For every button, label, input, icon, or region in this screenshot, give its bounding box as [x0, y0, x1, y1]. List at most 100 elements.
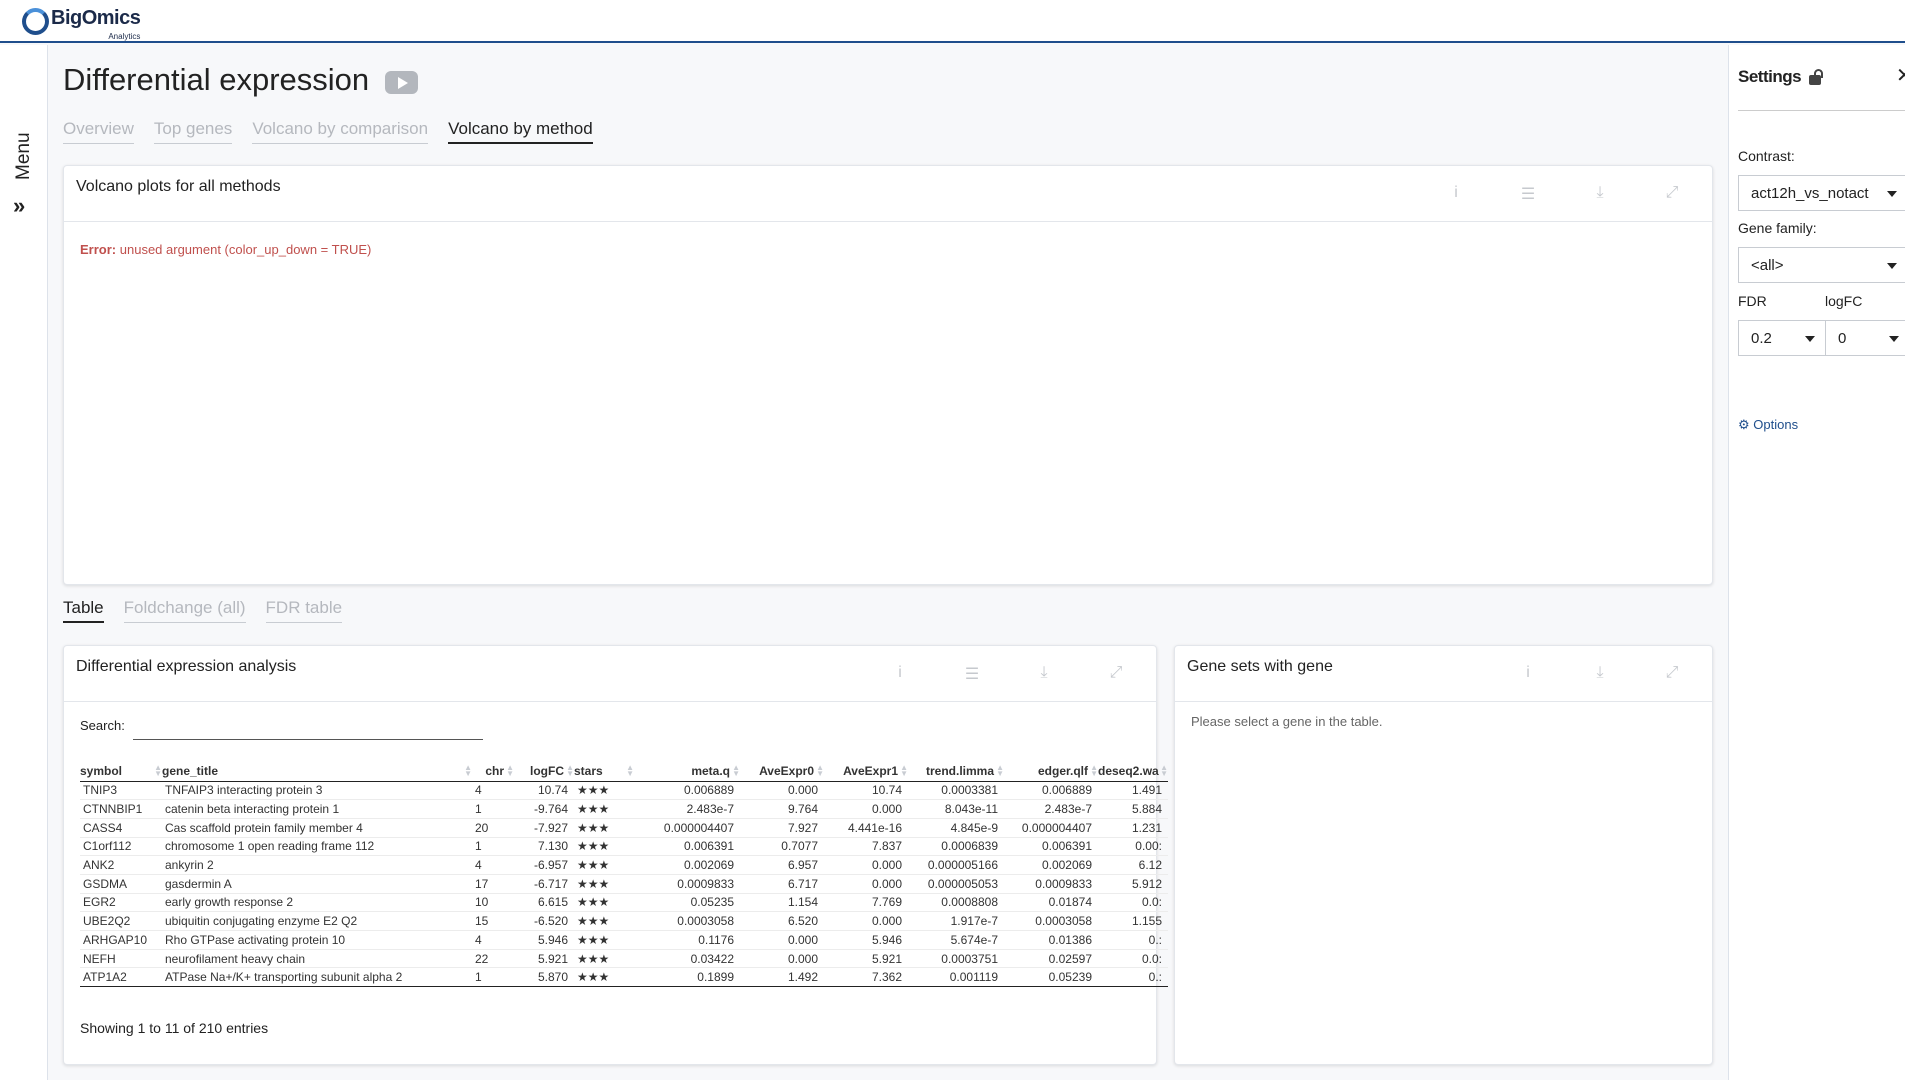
menu-label[interactable]: Menu	[13, 132, 35, 180]
column-header-edger-qlf[interactable]: edger.qlf ▲ ▼	[1004, 761, 1098, 782]
table-row[interactable]: ATP1A2 ATPase Na+/K+ transporting subunit…	[80, 967, 1168, 988]
sort-icon[interactable]: ▲ ▼	[626, 764, 634, 778]
tab-volcano-by-comparison[interactable]: Volcano by comparison	[252, 119, 429, 144]
table-cell: 0.7077	[740, 837, 824, 857]
column-header-logfc[interactable]: logFC ▲ ▼	[514, 761, 574, 782]
video-tutorial-icon[interactable]	[385, 71, 418, 94]
table-cell: 0.1899	[634, 967, 740, 988]
table-row[interactable]: EGR2 early growth response 2 10 6.615 ★★★ 0.0…	[80, 893, 1168, 913]
table-row[interactable]: NEFH neurofilament heavy chain 22 5.921 ★★★ 0…	[80, 949, 1168, 969]
card-header: Gene sets with gene i ⤓ ⤢	[1175, 646, 1712, 702]
download-icon[interactable]: ⤓	[1590, 184, 1610, 204]
table-cell: neurofilament heavy chain	[162, 949, 472, 969]
table-cell: 6.615	[514, 893, 574, 913]
logo-name: BigOmics	[51, 7, 141, 29]
table-cell: ARHGAP10	[80, 930, 162, 950]
table-row[interactable]: C1orf112 chromosome 1 open reading frame …	[80, 837, 1168, 857]
column-header-meta-q[interactable]: meta.q ▲ ▼	[634, 761, 740, 782]
table-row[interactable]: CASS4 Cas scaffold protein family member …	[80, 818, 1168, 838]
table-cell: 4.441e-16	[824, 818, 908, 838]
table-cell: CASS4	[80, 818, 162, 838]
expand-icon[interactable]: ⤢	[1106, 664, 1126, 684]
de-table: symbol ▲ ▼ gene_title ▲ ▼ chr ▲ ▼ logFC ▲ ▼ stars ▲ ▼ m…	[80, 761, 1168, 988]
sort-icon[interactable]: ▲ ▼	[566, 764, 574, 778]
column-header-deseq2-wa[interactable]: deseq2.wa ▲ ▼	[1098, 761, 1168, 782]
tab-fdr-table[interactable]: FDR table	[265, 598, 343, 623]
column-header-stars[interactable]: stars ▲ ▼	[574, 761, 634, 782]
table-cell: 10.74	[824, 781, 908, 801]
sort-icon[interactable]: ▲ ▼	[154, 764, 162, 778]
bigomics-logo[interactable]: BigOmics Analytics	[22, 7, 141, 41]
table-row[interactable]: TNIP3 TNFAIP3 interacting protein 3 4 10.74…	[80, 781, 1168, 801]
close-icon[interactable]: ✕	[1896, 63, 1905, 88]
column-header-gene-title[interactable]: gene_title ▲ ▼	[162, 761, 472, 782]
chevron-down-icon	[1889, 336, 1899, 342]
table-row[interactable]: CTNNBIP1 catenin beta interacting protein…	[80, 799, 1168, 819]
table-cell: 0.:	[1098, 930, 1168, 950]
sort-icon[interactable]: ▲ ▼	[464, 764, 472, 778]
table-cell: 5.884	[1098, 799, 1168, 819]
error-label: Error:	[80, 242, 117, 257]
column-header-trend-limma[interactable]: trend.limma ▲ ▼	[908, 761, 1004, 782]
table-cell: 5.946	[514, 930, 574, 950]
download-icon[interactable]: ⤓	[1034, 664, 1054, 684]
sort-icon[interactable]: ▲ ▼	[506, 764, 514, 778]
table-row[interactable]: ANK2 ankyrin 2 4 -6.957 ★★★ 0.002069 6.957 0.00…	[80, 855, 1168, 875]
table-cell: 0.006391	[634, 837, 740, 857]
table-cell: UBE2Q2	[80, 911, 162, 931]
column-header-aveexpr1[interactable]: AveExpr1 ▲ ▼	[824, 761, 908, 782]
table-cell: 6.957	[740, 855, 824, 875]
table-cell: 5.674e-7	[908, 930, 1004, 950]
gene-family-select[interactable]: <all>	[1738, 247, 1905, 283]
search-input[interactable]	[132, 710, 483, 740]
table-cell: 1.917e-7	[908, 911, 1004, 931]
table-cell: 1.155	[1098, 911, 1168, 931]
table-cell: ATPase Na+/K+ transporting subunit alpha…	[162, 967, 472, 988]
sort-icon[interactable]: ▲ ▼	[1160, 764, 1168, 778]
sort-icon[interactable]: ▲ ▼	[816, 764, 824, 778]
table-cell: 0.00:	[1098, 837, 1168, 857]
table-cell: Cas scaffold protein family member 4	[162, 818, 472, 838]
table-cell: ★★★	[574, 874, 634, 894]
expand-menu-icon[interactable]: »	[13, 193, 26, 219]
table-cell: Rho GTPase activating protein 10	[162, 930, 472, 950]
fdr-select[interactable]: 0.2	[1738, 320, 1826, 356]
tab-table[interactable]: Table	[63, 598, 104, 623]
gene-family-label: Gene family:	[1738, 220, 1817, 236]
download-icon[interactable]: ⤓	[1590, 664, 1610, 682]
logfc-select[interactable]: 0	[1825, 320, 1905, 356]
expand-icon[interactable]: ⤢	[1662, 664, 1682, 682]
table-row[interactable]: ARHGAP10 Rho GTPase activating protein 10…	[80, 930, 1168, 950]
column-header-symbol[interactable]: symbol ▲ ▼	[80, 761, 162, 782]
card-toolbar: i ☰ ⤓ ⤢	[890, 664, 1126, 684]
sort-icon[interactable]: ▲ ▼	[1090, 764, 1098, 778]
sort-icon[interactable]: ▲ ▼	[732, 764, 740, 778]
settings-panel: Settings ✕ Contrast: act12h_vs_notact Ge…	[1728, 45, 1905, 1080]
table-row[interactable]: UBE2Q2 ubiquitin conjugating enzyme E2 Q2…	[80, 911, 1168, 931]
tab-overview[interactable]: Overview	[63, 119, 134, 144]
left-menu-rail[interactable]: Menu »	[0, 45, 48, 1080]
sort-icon[interactable]: ▲ ▼	[900, 764, 908, 778]
column-header-chr[interactable]: chr ▲ ▼	[472, 761, 514, 782]
info-icon[interactable]: i	[1446, 184, 1466, 204]
tab-volcano-by-method[interactable]: Volcano by method	[448, 119, 593, 144]
menu-icon[interactable]: ☰	[962, 664, 982, 684]
gene-sets-card: Gene sets with gene i ⤓ ⤢ Please select …	[1174, 645, 1713, 1065]
info-icon[interactable]: i	[890, 664, 910, 684]
column-header-aveexpr0[interactable]: AveExpr0 ▲ ▼	[740, 761, 824, 782]
lock-icon[interactable]	[1809, 69, 1823, 85]
column-label: trend.limma	[925, 763, 994, 778]
table-cell: 20	[472, 818, 514, 838]
error-text: unused argument (color_up_down = TRUE)	[119, 242, 372, 257]
table-cell: 0.0003058	[634, 911, 740, 931]
options-link[interactable]: ⚙ Options	[1738, 417, 1798, 433]
table-row[interactable]: GSDMA gasdermin A 17 -6.717 ★★★ 0.0009833 6.71…	[80, 874, 1168, 894]
menu-icon[interactable]: ☰	[1518, 184, 1538, 204]
expand-icon[interactable]: ⤢	[1662, 184, 1682, 204]
contrast-select[interactable]: act12h_vs_notact	[1738, 175, 1905, 211]
info-icon[interactable]: i	[1518, 664, 1538, 682]
table-cell: 0.002069	[1004, 855, 1098, 875]
sort-icon[interactable]: ▲ ▼	[996, 764, 1004, 778]
tab-top-genes[interactable]: Top genes	[153, 119, 233, 144]
tab-foldchange-all[interactable]: Foldchange (all)	[123, 598, 246, 623]
